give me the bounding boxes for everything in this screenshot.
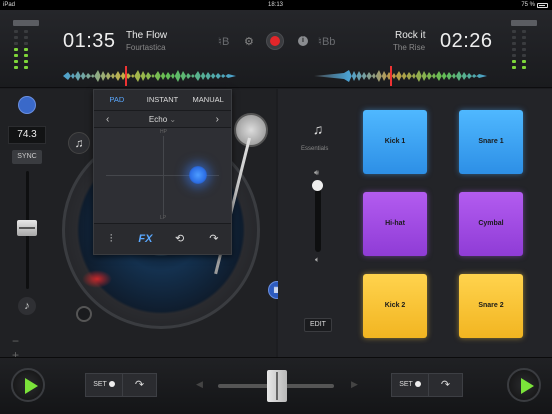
volume-up-icon: 🔊︎ (314, 168, 320, 177)
deck-b-time: 02:26 (440, 30, 493, 52)
deck-a-artist: Fourtastica (126, 43, 166, 52)
deck-b-play-button[interactable] (507, 368, 541, 402)
deck-b-jump-icon[interactable]: ↷ (429, 373, 463, 397)
vu-meter-right (511, 20, 537, 90)
fx-panel: PAD INSTANT MANUAL ‹ Echo ⌄ › HP LP ⫶ FX… (93, 89, 232, 255)
chevron-right-icon[interactable]: › (216, 111, 219, 129)
sampler-volume-thumb[interactable] (312, 180, 323, 191)
pad-hi-hat[interactable]: Hi-hat (363, 192, 427, 256)
bpm-display[interactable]: 74.3 (8, 126, 46, 144)
music-note-icon[interactable]: ♪ (18, 297, 36, 315)
deck-a-cue-group: SET ↷ (85, 373, 157, 399)
pitch-column: 74.3 SYNC ♪ −+ (8, 89, 46, 362)
pad-snare-2[interactable]: Snare 2 (459, 274, 523, 338)
sampler-note-icon[interactable]: ♫ (68, 132, 90, 154)
sample-pack-icon[interactable]: ♫ (308, 121, 328, 141)
deck-b-waveform[interactable] (314, 66, 487, 86)
lp-label: LP (160, 215, 167, 221)
tab-manual[interactable]: MANUAL (185, 90, 231, 110)
fx-toolbar: ⫶ FX ⟲ ↷ (94, 223, 231, 253)
info-icon[interactable]: i (298, 36, 308, 46)
pad-kick-1[interactable]: Kick 1 (363, 110, 427, 174)
pad-kick-2[interactable]: Kick 2 (363, 274, 427, 338)
cue-circle-button[interactable] (76, 306, 92, 322)
deck-a-title: The Flow (126, 30, 168, 41)
crossfader-thumb[interactable] (267, 370, 287, 402)
header: 01:35 The Flow Fourtastica ♮B ⚙ i ♮Bb Ro… (0, 10, 552, 88)
deck-a-waveform[interactable] (63, 66, 236, 86)
fx-xy-cursor[interactable] (189, 166, 207, 184)
deck-a-play-button[interactable] (11, 368, 45, 402)
deck-a-badge-icon[interactable] (18, 96, 36, 114)
tab-instant[interactable]: INSTANT (140, 90, 186, 110)
vu-meter-left (13, 20, 39, 90)
fx-tabs: PAD INSTANT MANUAL (94, 90, 231, 110)
pitch-minus-button[interactable]: − (12, 334, 33, 348)
deck-b-cue-group: SET ↷ (391, 373, 463, 399)
device-name: iPad (3, 2, 16, 8)
eq-sliders-icon[interactable]: ⫶ (94, 224, 128, 253)
deck-b-artist: The Rise (393, 43, 426, 52)
battery-icon (537, 2, 548, 8)
crossfader-right-arrow-icon: ▶ (351, 379, 358, 389)
record-button[interactable] (266, 32, 284, 50)
pitch-slider-thumb[interactable] (17, 220, 37, 236)
fx-xy-pad[interactable]: HP LP (94, 128, 231, 223)
pad-snare-1[interactable]: Snare 1 (459, 110, 523, 174)
deck-a-set-cue-button[interactable]: SET (85, 373, 123, 397)
deck-b-title: Rock it (395, 30, 426, 41)
deck-a-time: 01:35 (63, 30, 116, 52)
fx-button[interactable]: FX (128, 224, 162, 253)
turntable-glow (82, 270, 112, 288)
chevron-left-icon[interactable]: ‹ (106, 111, 109, 129)
chevron-down-icon: ⌄ (169, 115, 177, 124)
battery-percent: 75 % (521, 2, 535, 8)
edit-button[interactable]: EDIT (304, 318, 332, 332)
pad-cymbal[interactable]: Cymbal (459, 192, 523, 256)
loop-icon[interactable]: ⟲ (163, 224, 197, 253)
volume-down-icon: 🔈︎ (315, 255, 320, 264)
fx-effect-selector[interactable]: ‹ Echo ⌄ › (94, 110, 231, 128)
battery-status: 75 % (521, 2, 548, 8)
tab-pad[interactable]: PAD (94, 90, 140, 110)
bottom-bar: SET ↷ ◀ ▶ SET ↷ (0, 357, 552, 414)
sample-pack-label[interactable]: Essentials (301, 146, 328, 152)
deck-a-jump-icon[interactable]: ↷ (123, 373, 157, 397)
crossfader-left-arrow-icon: ◀ (196, 379, 203, 389)
deck-a-key[interactable]: ♮B (218, 35, 229, 48)
filter-curve-icon[interactable]: ↷ (197, 224, 231, 253)
sampler-volume-track[interactable] (315, 182, 321, 252)
fx-effect-name: Echo (148, 115, 168, 124)
tonearm-base (234, 113, 268, 147)
hp-label: HP (160, 129, 167, 135)
sync-button[interactable]: SYNC (12, 150, 42, 164)
settings-gear-icon[interactable]: ⚙ (244, 35, 254, 48)
clock: 18:13 (268, 2, 284, 8)
deck-b-key[interactable]: ♮Bb (318, 35, 335, 48)
xy-axis-vertical (163, 136, 164, 215)
status-bar: iPad 18:13 75 % (0, 0, 552, 10)
deck-b-set-cue-button[interactable]: SET (391, 373, 429, 397)
